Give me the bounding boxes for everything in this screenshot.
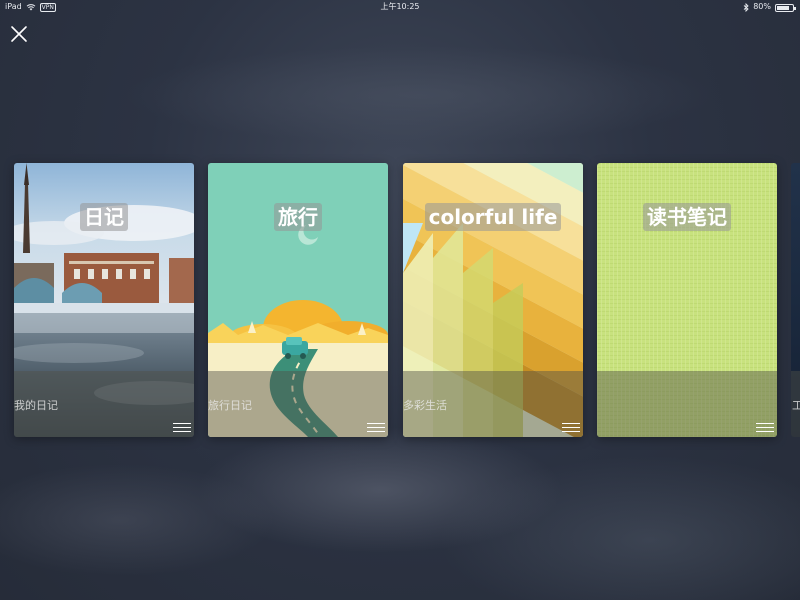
notebook-card-reading-notes[interactable]: 读书笔记 <box>597 163 777 437</box>
card-subtitle: 我的日记 <box>14 399 58 412</box>
card-menu-icon[interactable] <box>562 420 580 434</box>
status-bar: iPad VPN 上午10:25 80% <box>0 0 800 14</box>
card-footer <box>597 371 777 437</box>
card-title-wrap: 读书笔记 <box>597 203 777 231</box>
card-menu-icon[interactable] <box>173 420 191 434</box>
card-title: 旅行 <box>274 203 322 231</box>
card-title-wrap: colorful life <box>403 203 583 231</box>
card-subtitle: 多彩生活 <box>403 399 447 412</box>
close-button[interactable] <box>9 24 29 44</box>
card-title-wrap: 日记 <box>14 203 194 231</box>
card-menu-icon[interactable] <box>367 420 385 434</box>
card-subtitle: 旅行日记 <box>208 399 252 412</box>
status-right: 80% <box>743 0 796 14</box>
battery-icon <box>775 3 796 12</box>
notebook-card-diary[interactable]: 日记 我的日记 <box>14 163 194 437</box>
battery-percent: 80% <box>753 2 771 11</box>
notebook-card-colorful-life[interactable]: colorful life 多彩生活 <box>403 163 583 437</box>
notebook-card-travel[interactable]: 旅行 旅行日记 <box>208 163 388 437</box>
card-title-wrap: 旅行 <box>208 203 388 231</box>
notebook-card-partial[interactable]: 工 <box>791 163 800 437</box>
card-menu-icon[interactable] <box>756 420 774 434</box>
status-time: 上午10:25 <box>380 2 420 11</box>
card-subtitle: 工 <box>792 399 800 412</box>
card-title: 日记 <box>80 203 128 231</box>
card-title: 读书笔记 <box>643 203 731 231</box>
bluetooth-icon <box>743 2 749 12</box>
card-title: colorful life <box>424 203 562 231</box>
close-icon <box>11 26 27 42</box>
